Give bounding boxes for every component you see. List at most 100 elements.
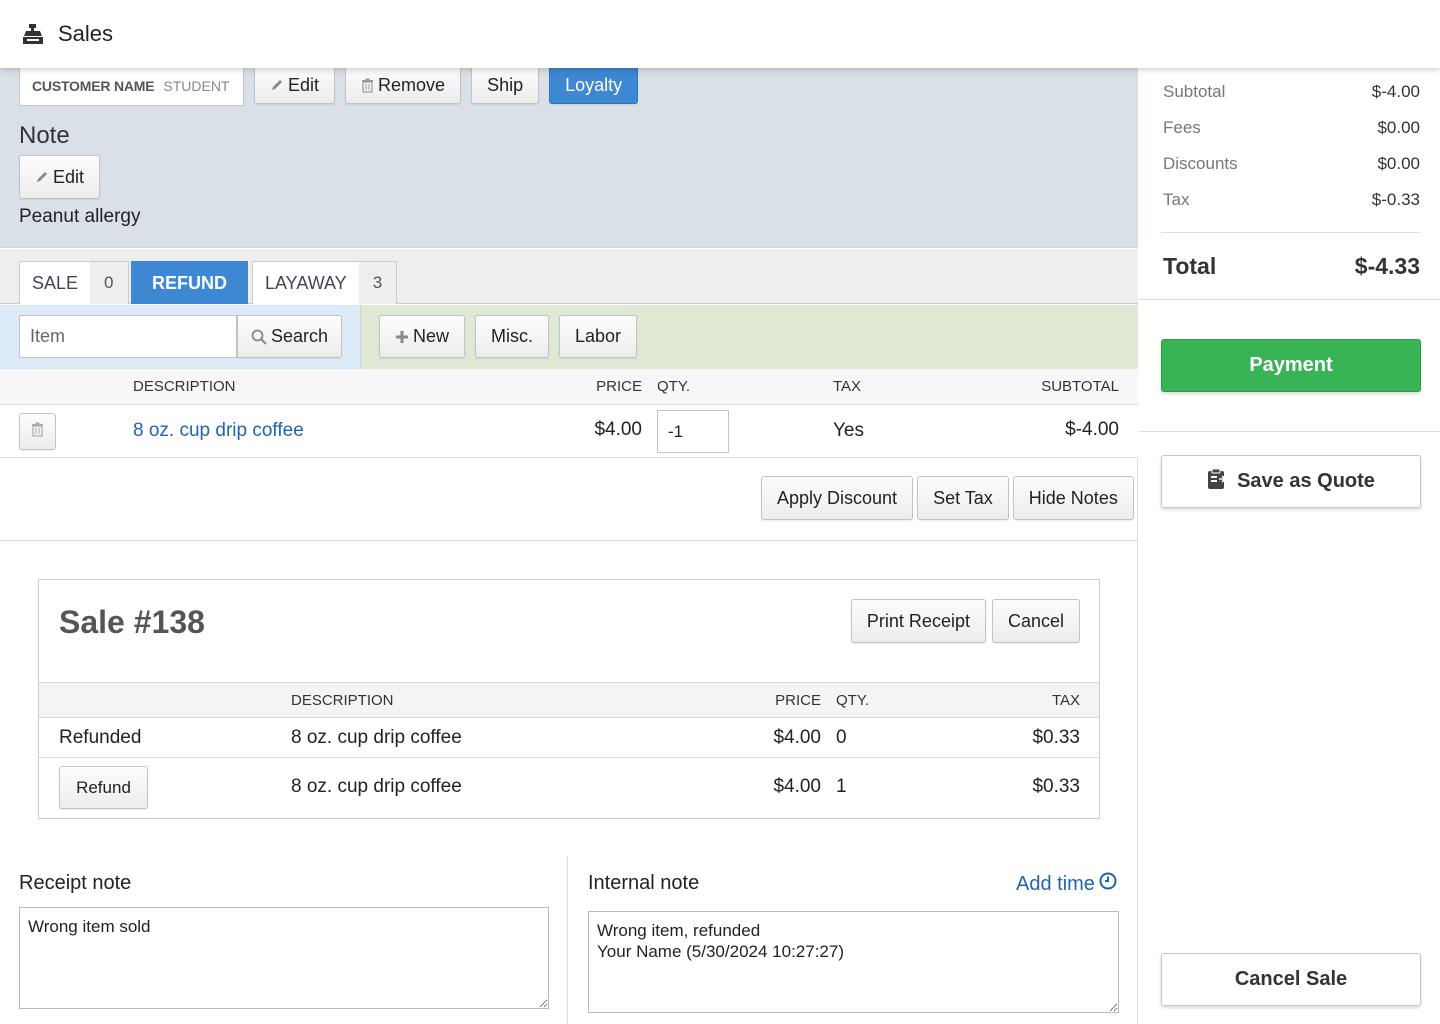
receipt-note-textarea[interactable]: Wrong item sold	[19, 907, 549, 1009]
delete-line-button[interactable]	[19, 413, 56, 450]
sale-header-tax: TAX	[1051, 692, 1080, 709]
line-items-table: DESCRIPTION PRICE QTY. TAX SUBTOTAL 8 oz…	[0, 369, 1138, 458]
search-label: Search	[270, 326, 329, 346]
summary-value: $-4.00	[1371, 82, 1420, 101]
edit-note-button[interactable]: Edit	[19, 155, 101, 199]
payment-button[interactable]: Payment	[1161, 339, 1421, 392]
customer-panel: CUSTOMER NAME STUDENT Edit Remove Ship L…	[0, 66, 1138, 248]
set-tax-button[interactable]: Set Tax	[917, 476, 1009, 520]
item-search-input[interactable]	[19, 315, 237, 358]
sale-title: Sale #138	[59, 604, 205, 640]
item-price: $4.00	[594, 419, 642, 440]
summary-label: Subtotal	[1163, 82, 1226, 101]
summary-row-fees: Fees $0.00	[1163, 118, 1420, 138]
internal-note-label: Internal note	[588, 872, 700, 894]
add-time-link[interactable]: Add time	[1016, 872, 1117, 896]
top-bar: Sales	[0, 0, 1440, 68]
summary-divider	[1161, 232, 1420, 233]
header-description: DESCRIPTION	[133, 378, 236, 395]
app-title: Sales	[58, 21, 114, 46]
header-tax: TAX	[833, 378, 862, 395]
internal-note-textarea[interactable]: Wrong item, refunded Your Name (5/30/202…	[588, 911, 1119, 1013]
customer-name-value: STUDENT	[163, 78, 230, 94]
trash-icon	[361, 78, 374, 93]
tab-sale[interactable]: SALE 0	[19, 261, 129, 304]
customer-name-label: CUSTOMER NAME	[32, 78, 155, 94]
tab-layaway-label: LAYAWAY	[265, 272, 347, 293]
section-divider	[0, 540, 1138, 541]
tab-sale-count: 0	[90, 262, 128, 304]
cancel-sale-button[interactable]: Cancel Sale	[1161, 953, 1421, 1006]
search-icon	[251, 329, 267, 345]
item-description-link[interactable]: 8 oz. cup drip coffee	[133, 420, 304, 442]
row-description: 8 oz. cup drip coffee	[291, 776, 462, 797]
original-sale-panel: Sale #138 Print Receipt Cancel DESCRIPTI…	[38, 579, 1100, 819]
add-time-label: Add time	[1016, 872, 1095, 895]
row-status: Refunded	[59, 727, 142, 748]
row-description: 8 oz. cup drip coffee	[291, 727, 462, 748]
edit-customer-button[interactable]: Edit	[254, 66, 336, 104]
search-button[interactable]: Search	[237, 315, 342, 358]
item-subtotal: $-4.00	[1065, 419, 1119, 440]
remove-customer-label: Remove	[378, 74, 446, 95]
search-section: Search	[0, 305, 361, 369]
line-items-header: DESCRIPTION PRICE QTY. TAX SUBTOTAL	[0, 369, 1138, 405]
ship-button[interactable]: Ship	[471, 66, 540, 104]
customer-name-box: CUSTOMER NAME STUDENT	[19, 66, 244, 106]
save-as-quote-label: Save as Quote	[1237, 470, 1375, 492]
sale-header-price: PRICE	[775, 692, 821, 709]
summary-row-discounts: Discounts $0.00	[1163, 154, 1420, 174]
edit-note-label: Edit	[53, 166, 85, 187]
loyalty-button[interactable]: Loyalty	[549, 66, 639, 104]
row-qty: 1	[836, 776, 847, 797]
header-price: PRICE	[596, 378, 642, 395]
summary-total: Total $-4.33	[1163, 253, 1420, 280]
total-label: Total	[1163, 253, 1217, 279]
tab-sale-label: SALE	[32, 272, 79, 293]
table-row: Refund 8 oz. cup drip coffee $4.00 1 $0.…	[39, 758, 1099, 818]
pencil-icon	[270, 78, 284, 92]
clock-icon	[1099, 872, 1117, 896]
total-value: $-4.33	[1354, 253, 1420, 279]
main-panel: CUSTOMER NAME STUDENT Edit Remove Ship L…	[0, 66, 1138, 1024]
summary-label: Tax	[1163, 190, 1190, 209]
refund-button[interactable]: Refund	[59, 766, 148, 809]
new-item-button[interactable]: New	[379, 315, 466, 358]
tab-refund[interactable]: REFUND	[131, 261, 248, 304]
receipt-note-label: Receipt note	[19, 872, 132, 894]
sale-header-qty: QTY.	[836, 692, 870, 709]
hide-notes-button[interactable]: Hide Notes	[1012, 476, 1134, 520]
summary-value: $0.00	[1377, 118, 1420, 137]
summary-value: $0.00	[1377, 154, 1420, 173]
summary-row-tax: Tax $-0.33	[1163, 190, 1420, 210]
notes-divider	[567, 856, 568, 1024]
apply-discount-button[interactable]: Apply Discount	[761, 476, 914, 520]
pencil-icon	[35, 170, 49, 184]
item-qty-input[interactable]	[657, 410, 729, 453]
tab-layaway-count: 3	[358, 262, 397, 304]
plus-icon	[395, 330, 409, 344]
tab-refund-label: REFUND	[152, 272, 227, 293]
sale-items-header: DESCRIPTION PRICE QTY. TAX	[39, 682, 1099, 718]
remove-customer-button[interactable]: Remove	[345, 66, 462, 104]
customer-note-text: Peanut allergy	[19, 206, 141, 227]
customer-toolbar: CUSTOMER NAME STUDENT Edit Remove Ship L…	[19, 66, 639, 106]
tab-layaway[interactable]: LAYAWAY 3	[252, 261, 398, 304]
print-receipt-button[interactable]: Print Receipt	[850, 599, 986, 643]
save-as-quote-button[interactable]: Save as Quote	[1161, 455, 1421, 508]
row-tax: $0.33	[1032, 727, 1080, 748]
cancel-sale-view-button[interactable]: Cancel	[991, 599, 1080, 643]
cash-register-icon	[22, 23, 44, 45]
header-subtotal: SUBTOTAL	[1041, 378, 1119, 395]
misc-button[interactable]: Misc.	[475, 315, 550, 358]
line-actions: Apply Discount Set Tax Hide Notes	[761, 476, 1134, 520]
summary-row-subtotal: Subtotal $-4.00	[1163, 82, 1420, 102]
row-tax: $0.33	[1032, 776, 1080, 797]
trash-icon	[31, 421, 44, 442]
row-price: $4.00	[773, 727, 821, 748]
item-search-row: Search New Misc. Labor	[0, 305, 1138, 369]
labor-button[interactable]: Labor	[559, 315, 638, 358]
add-item-section: New Misc. Labor	[361, 305, 1138, 369]
note-title: Note	[19, 122, 70, 149]
table-row: 8 oz. cup drip coffee $4.00 Yes $-4.00	[0, 405, 1138, 458]
